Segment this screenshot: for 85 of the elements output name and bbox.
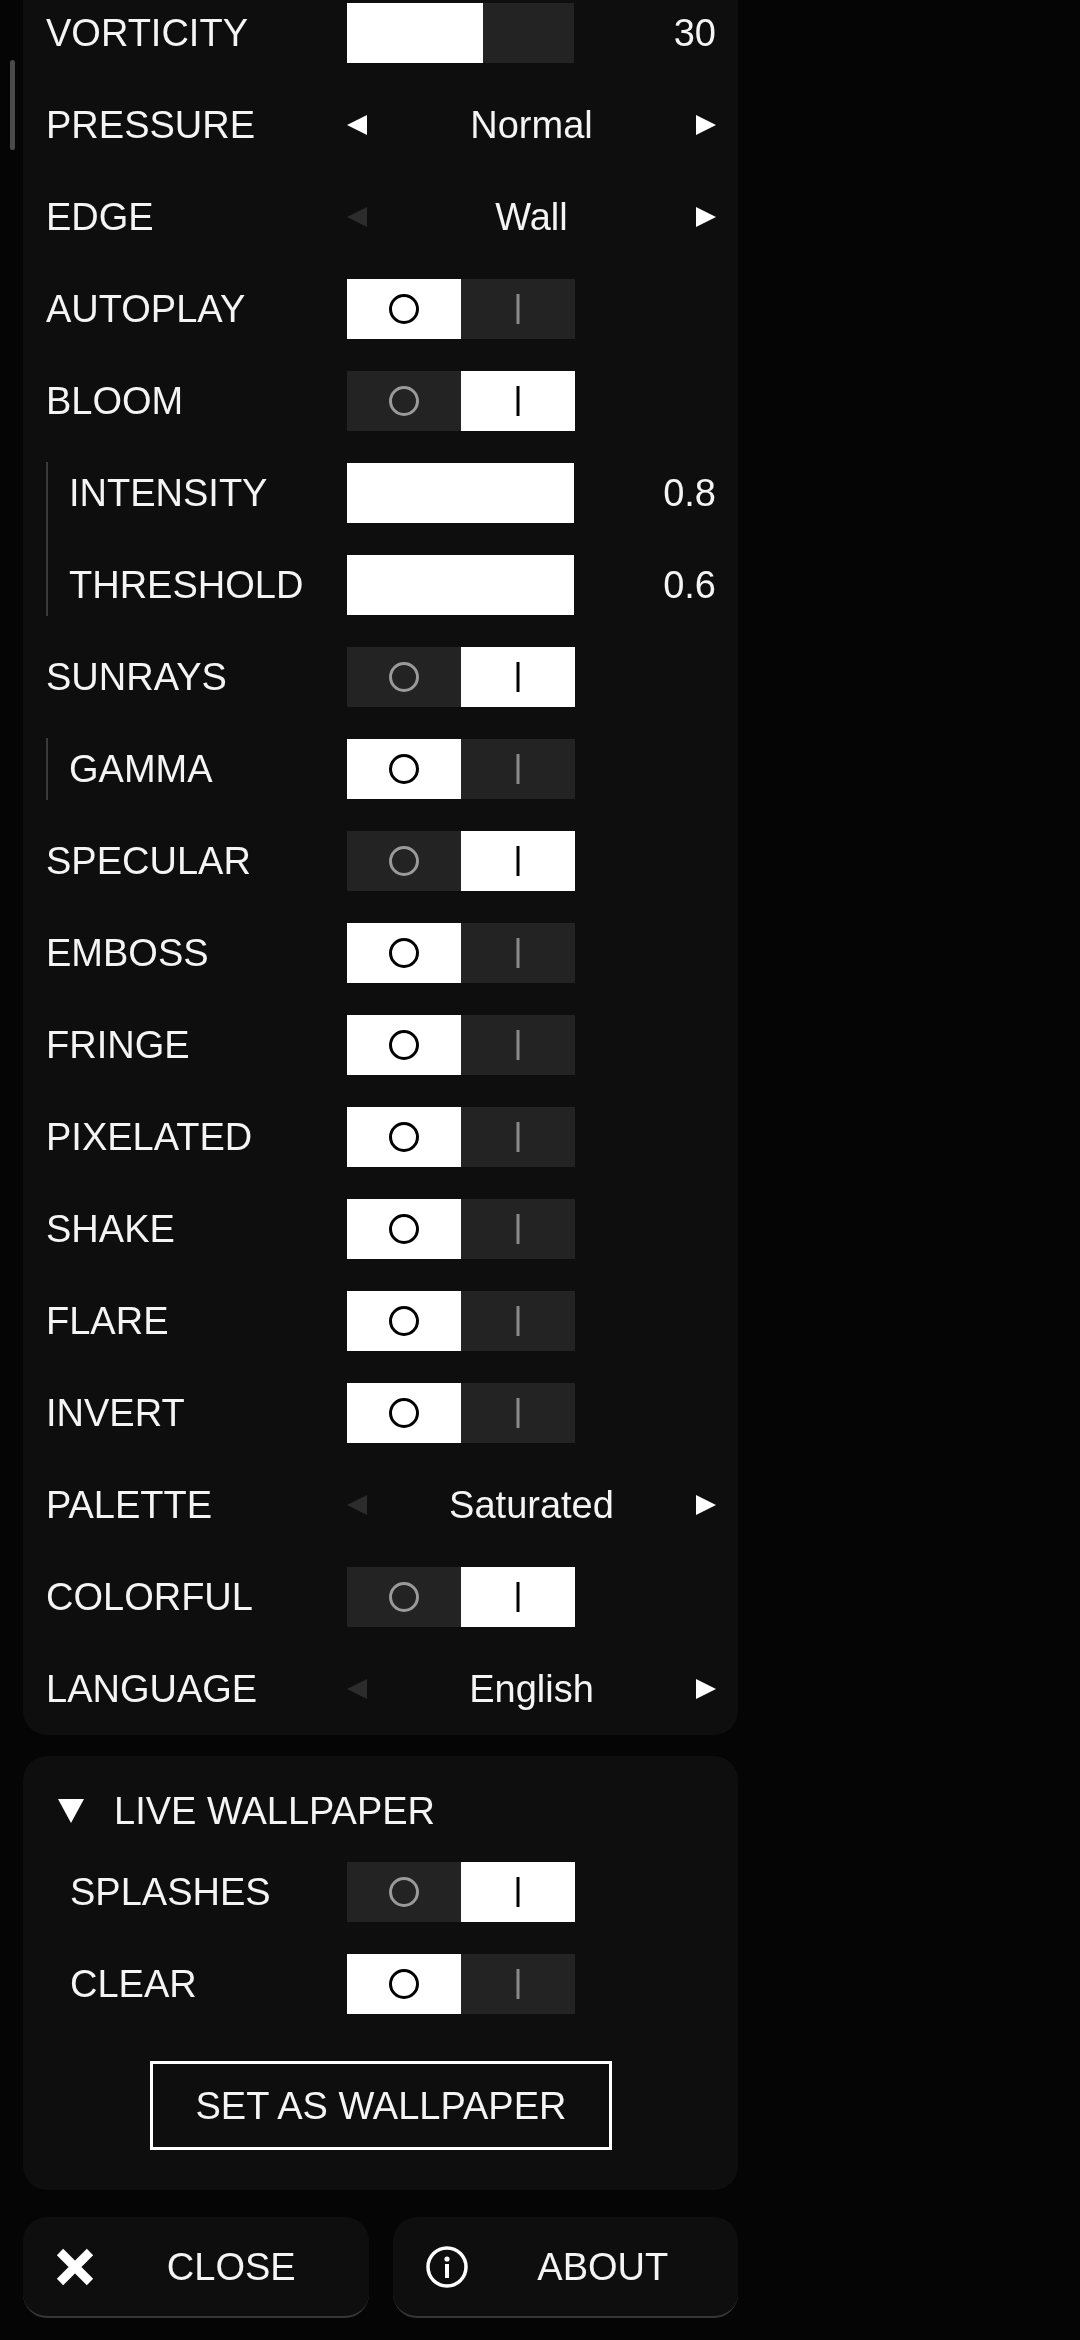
- slider-value: 30: [673, 14, 716, 52]
- setting-label: THRESHOLD: [69, 566, 304, 604]
- toggle-switch[interactable]: [347, 1199, 575, 1259]
- ring-icon: [389, 294, 419, 324]
- selector-value: Wall: [495, 198, 568, 236]
- setting-label: EDGE: [46, 198, 154, 236]
- slider-value: 0.8: [663, 474, 716, 512]
- line-icon: [516, 1030, 520, 1060]
- toggle-switch[interactable]: [347, 371, 575, 431]
- line-icon: [516, 1877, 520, 1907]
- toggle-switch[interactable]: [347, 1015, 575, 1075]
- info-icon: [425, 2245, 468, 2288]
- setting-label: FRINGE: [46, 1026, 190, 1064]
- setting-label: INVERT: [46, 1394, 185, 1432]
- setting-label: FLARE: [46, 1302, 169, 1340]
- toggle-switch[interactable]: [347, 1383, 575, 1443]
- line-icon: [516, 846, 520, 876]
- scrollbar-thumb[interactable]: [10, 60, 15, 150]
- setting-label: VORTICITY: [46, 14, 248, 52]
- setting-label: PRESSURE: [46, 106, 256, 144]
- ring-icon: [389, 1582, 419, 1612]
- setting-label: LANGUAGE: [46, 1670, 258, 1708]
- line-icon: [516, 386, 520, 416]
- toggle-switch[interactable]: [347, 1862, 575, 1922]
- ring-icon: [389, 754, 419, 784]
- ring-icon: [389, 1969, 419, 1999]
- line-icon: [516, 1398, 520, 1428]
- setting-label: PIXELATED: [46, 1118, 253, 1156]
- setting-label: INTENSITY: [69, 474, 268, 512]
- line-icon: [516, 294, 520, 324]
- setting-label: AUTOPLAY: [46, 290, 246, 328]
- setting-label: GAMMA: [69, 750, 213, 788]
- right-triangle-icon[interactable]: [696, 1679, 716, 1699]
- ring-icon: [389, 1306, 419, 1336]
- toggle-switch[interactable]: [347, 279, 575, 339]
- ring-icon: [389, 1122, 419, 1152]
- setting-label: SUNRAYS: [46, 658, 227, 696]
- line-icon: [516, 1122, 520, 1152]
- toggle-switch[interactable]: [347, 739, 575, 799]
- setting-label: COLORFUL: [46, 1578, 253, 1616]
- setting-label: CLEAR: [70, 1965, 197, 2003]
- slider[interactable]: [347, 3, 574, 63]
- left-triangle-icon[interactable]: [347, 115, 367, 135]
- slider[interactable]: [347, 463, 574, 523]
- line-icon: [516, 1582, 520, 1612]
- line-icon: [516, 938, 520, 968]
- line-icon: [516, 754, 520, 784]
- close-button[interactable]: CLOSE: [23, 2217, 369, 2318]
- line-icon: [516, 1306, 520, 1336]
- line-icon: [516, 662, 520, 692]
- ring-icon: [389, 1214, 419, 1244]
- setting-label: EMBOSS: [46, 934, 209, 972]
- slider-value: 0.6: [663, 566, 716, 604]
- toggle-switch[interactable]: [347, 1107, 575, 1167]
- setting-label: SPLASHES: [70, 1873, 271, 1911]
- selector-value: Normal: [470, 106, 593, 144]
- ring-icon: [389, 938, 419, 968]
- selector-value: English: [469, 1670, 594, 1708]
- section-header[interactable]: LIVE WALLPAPER: [46, 1776, 716, 1846]
- right-triangle-icon[interactable]: [696, 207, 716, 227]
- set-wallpaper-button[interactable]: SET AS WALLPAPER: [150, 2061, 612, 2150]
- about-button[interactable]: ABOUT: [392, 2217, 738, 2318]
- toggle-switch[interactable]: [347, 1954, 575, 2014]
- ring-icon: [389, 846, 419, 876]
- setting-label: SHAKE: [46, 1210, 175, 1248]
- close-icon: [56, 2247, 94, 2286]
- setting-label: PALETTE: [46, 1486, 213, 1524]
- ring-icon: [389, 386, 419, 416]
- ring-icon: [389, 662, 419, 692]
- toggle-switch[interactable]: [347, 923, 575, 983]
- slider[interactable]: [347, 555, 574, 615]
- ring-icon: [389, 1030, 419, 1060]
- ring-icon: [389, 1877, 419, 1907]
- toggle-switch[interactable]: [347, 831, 575, 891]
- line-icon: [516, 1214, 520, 1244]
- right-triangle-icon[interactable]: [696, 1495, 716, 1515]
- toggle-switch[interactable]: [347, 1291, 575, 1351]
- right-triangle-icon[interactable]: [696, 115, 716, 135]
- toggle-switch[interactable]: [347, 1567, 575, 1627]
- selector-value: Saturated: [449, 1486, 614, 1524]
- ring-icon: [389, 1398, 419, 1428]
- line-icon: [516, 1969, 520, 1999]
- setting-label: SPECULAR: [46, 842, 251, 880]
- setting-label: BLOOM: [46, 382, 184, 420]
- toggle-switch[interactable]: [347, 647, 575, 707]
